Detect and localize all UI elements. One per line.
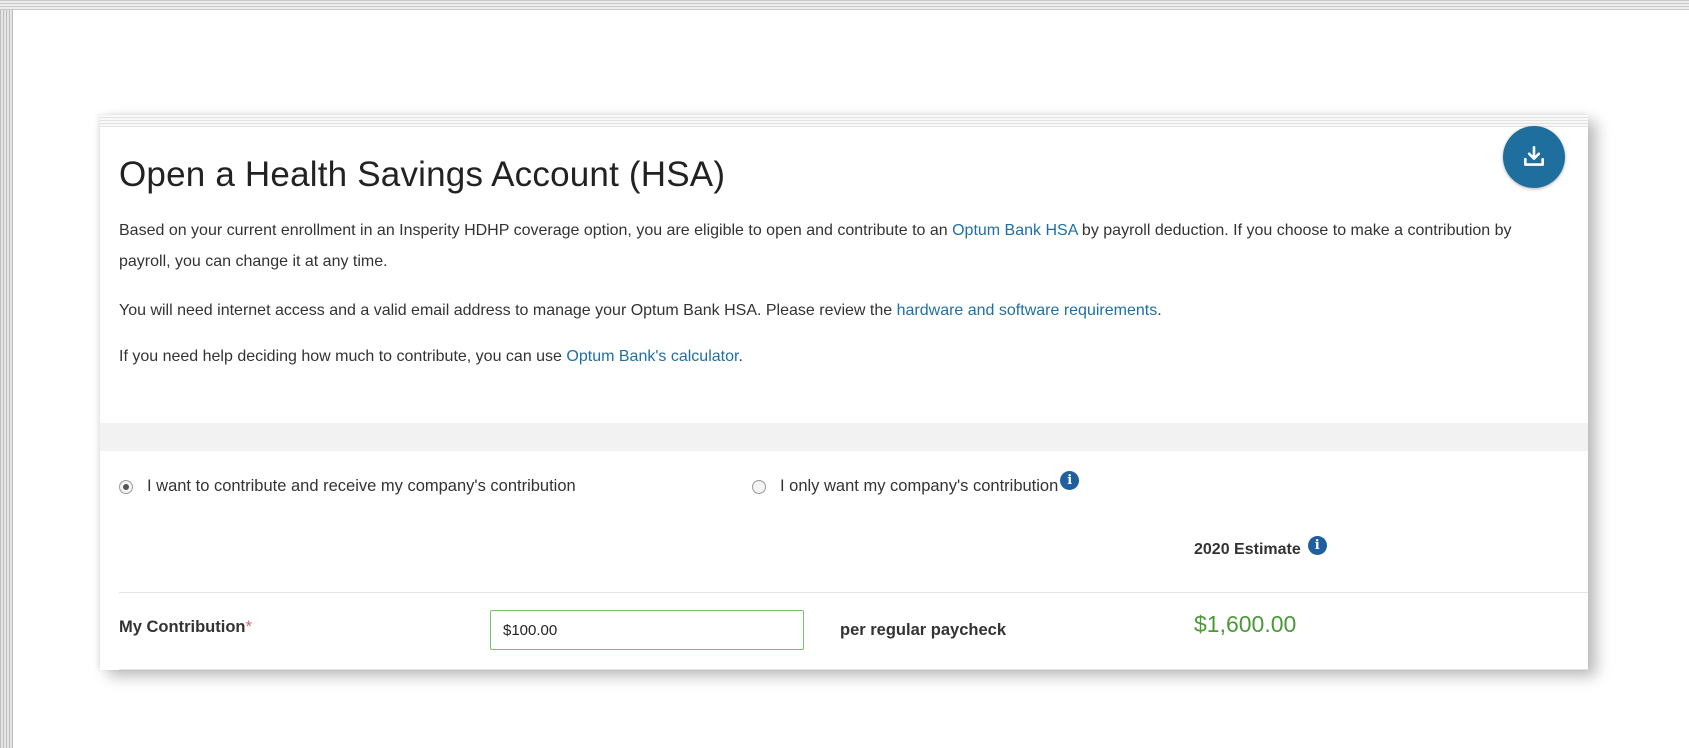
contribute-option[interactable]: I want to contribute and receive my comp… [119, 477, 576, 496]
card-top-strip [100, 115, 1588, 127]
hsa-card: Open a Health Savings Account (HSA) Base… [100, 115, 1588, 670]
section-divider-band [100, 423, 1588, 451]
intro-paragraph-calculator: If you need help deciding how much to co… [119, 341, 1559, 372]
estimate-header-label: 2020 Estimate [1194, 540, 1301, 558]
contribute-radio[interactable] [119, 479, 133, 494]
my-contribution-text: My Contribution [119, 618, 246, 636]
intro-text: . [738, 348, 743, 365]
contribution-amount-input[interactable] [490, 610, 804, 650]
company-only-option[interactable]: I only want my company's contribution i [752, 471, 1080, 496]
required-asterisk: * [245, 618, 252, 636]
download-button[interactable] [1503, 126, 1565, 188]
page-title: Open a Health Savings Account (HSA) [119, 155, 726, 194]
intro-text: Based on your current enrollment in an I… [119, 222, 953, 239]
intro-text: You will need internet access and a vali… [119, 302, 897, 319]
contribute-option-label: I want to contribute and receive my comp… [147, 477, 576, 495]
intro-text: . [1157, 302, 1162, 319]
window-left-edge [0, 0, 13, 748]
row-divider [119, 592, 1588, 593]
per-paycheck-label: per regular paycheck [840, 621, 1006, 639]
row-divider [119, 669, 1588, 670]
hardware-software-requirements-link[interactable]: hardware and software requirements [897, 302, 1158, 319]
company-only-option-label: I only want my company's contribution [780, 477, 1059, 495]
estimate-column-header: 2020 Estimate i [1194, 536, 1327, 559]
download-icon [1524, 145, 1544, 166]
optum-bank-hsa-link[interactable]: Optum Bank HSA [952, 222, 1077, 239]
intro-paragraph-requirements: You will need internet access and a vali… [119, 295, 1559, 326]
window-top-edge [0, 0, 1689, 10]
info-icon[interactable]: i [1060, 471, 1080, 490]
intro-paragraph-eligibility: Based on your current enrollment in an I… [119, 215, 1559, 277]
optum-bank-calculator-link[interactable]: Optum Bank's calculator [566, 348, 738, 365]
info-icon[interactable]: i [1307, 536, 1327, 555]
my-contribution-label: My Contribution* [119, 618, 252, 637]
company-only-radio[interactable] [752, 479, 766, 494]
estimate-amount: $1,600.00 [1194, 611, 1297, 637]
intro-text: If you need help deciding how much to co… [119, 348, 567, 365]
